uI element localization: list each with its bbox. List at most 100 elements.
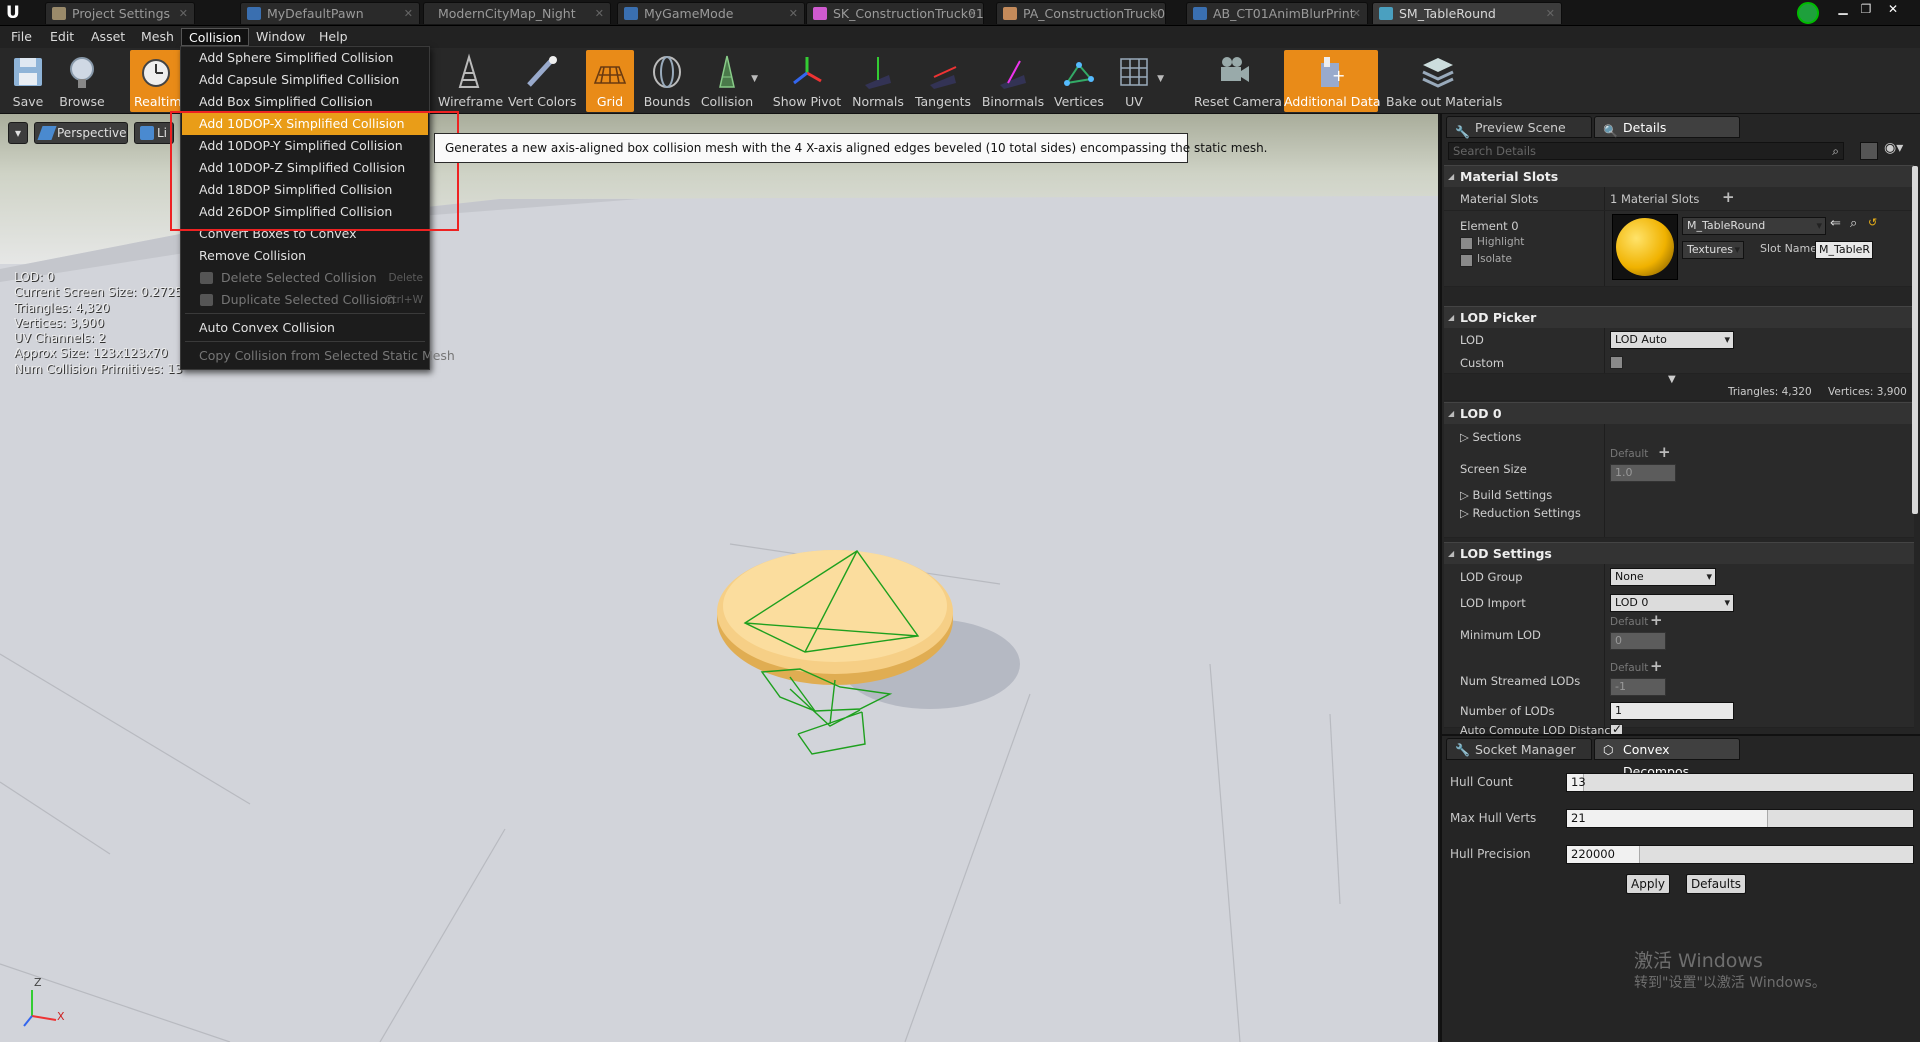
reset-camera-button[interactable]: Reset Camera (1194, 50, 1282, 112)
lit-button[interactable]: Li (134, 122, 174, 144)
max-hull-verts-slider[interactable]: 21 (1566, 809, 1914, 828)
close-tab-icon[interactable]: ✕ (404, 3, 413, 24)
bake-out-materials-button[interactable]: Bake out Materials (1386, 50, 1502, 112)
restore-icon[interactable]: ❐ (1857, 2, 1875, 18)
build-settings-expander[interactable]: ▷ Build Settings (1460, 488, 1552, 502)
menu-item-copy-collision[interactable]: Copy Collision from Selected Static Mesh (182, 345, 455, 367)
textures-combo[interactable]: Textures (1682, 241, 1744, 259)
browse-material-icon[interactable]: ⌕ (1850, 216, 1857, 231)
isolate-checkbox[interactable] (1460, 254, 1473, 267)
menu-window[interactable]: Window (249, 28, 312, 46)
menu-item-auto-convex[interactable]: Auto Convex Collision (182, 317, 428, 339)
menu-item-add-10dop-y[interactable]: Add 10DOP-Y Simplified Collision (182, 135, 428, 157)
expand-arrow-icon[interactable]: ▼ (1668, 374, 1676, 385)
chevron-down-icon[interactable]: ▼ (751, 74, 758, 84)
close-tab-icon[interactable]: ✕ (1352, 3, 1361, 24)
eye-icon[interactable]: ◉▾ (1884, 140, 1903, 156)
use-selected-icon[interactable]: ⇐ (1830, 216, 1841, 231)
menu-item-add-box[interactable]: Add Box Simplified Collision (182, 91, 428, 113)
tab-details[interactable]: 🔍 Details (1594, 116, 1740, 138)
perspective-button[interactable]: Perspective (34, 122, 128, 144)
highlight-checkbox[interactable] (1460, 237, 1473, 250)
close-window-icon[interactable]: ✕ (1882, 0, 1904, 18)
defaults-button[interactable]: Defaults (1686, 874, 1746, 894)
reduction-settings-expander[interactable]: ▷ Reduction Settings (1460, 506, 1581, 520)
menu-file[interactable]: File (4, 28, 39, 46)
list-view-icon[interactable] (1860, 142, 1878, 160)
lod-group-combo[interactable]: None (1610, 568, 1716, 586)
tab-socket-manager[interactable]: 🔧 Socket Manager (1446, 738, 1592, 760)
add-override-icon[interactable]: + (1650, 611, 1663, 629)
details-scrollbar[interactable] (1912, 166, 1918, 514)
menu-item-add-18dop[interactable]: Add 18DOP Simplified Collision (182, 179, 428, 201)
tab-project-settings[interactable]: Project Settings ✕ (45, 2, 195, 24)
menu-item-delete-selected[interactable]: Delete Selected Collision Delete (182, 267, 428, 289)
search-details-input[interactable]: Search Details ⌕ (1448, 142, 1844, 160)
close-tab-icon[interactable]: ✕ (1150, 3, 1159, 24)
custom-checkbox[interactable] (1610, 356, 1623, 369)
grid-button[interactable]: Grid (586, 50, 634, 112)
tab-sm-tableround[interactable]: SM_TableRound ✕ (1372, 2, 1562, 24)
lod-import-combo[interactable]: LOD 0 (1610, 594, 1734, 612)
menu-item-remove-collision[interactable]: Remove Collision (182, 245, 428, 267)
reset-material-icon[interactable]: ↺ (1868, 216, 1877, 229)
add-material-slot-icon[interactable]: + (1722, 188, 1735, 206)
menu-item-add-10dop-x[interactable]: Add 10DOP-X Simplified Collision (182, 113, 428, 135)
material-thumbnail[interactable] (1612, 214, 1678, 280)
save-button[interactable]: Save (6, 50, 50, 112)
tab-moderncitymap-night[interactable]: ModernCityMap_Night ✕ (423, 2, 611, 24)
tab-preview-scene-settings[interactable]: 🔧Preview Scene Sett (1446, 116, 1592, 157)
chevron-down-icon[interactable]: ▼ (1157, 74, 1164, 84)
browse-button[interactable]: Browse (58, 50, 106, 112)
viewport-options-button[interactable]: ▾ (8, 122, 28, 144)
close-tab-icon[interactable]: ✕ (968, 3, 977, 24)
vert-colors-button[interactable]: Vert Colors (508, 50, 576, 112)
menu-item-add-26dop[interactable]: Add 26DOP Simplified Collision (182, 201, 428, 223)
tab-pa-constructiontruck[interactable]: PA_ConstructionTruck01f ✕ (996, 2, 1166, 24)
minimize-icon[interactable]: ▁ (1834, 2, 1852, 18)
menu-item-add-sphere[interactable]: Add Sphere Simplified Collision (182, 47, 428, 69)
section-lod-settings[interactable]: LOD Settings (1444, 542, 1914, 565)
show-pivot-button[interactable]: Show Pivot (772, 50, 842, 112)
close-tab-icon[interactable]: ✕ (789, 3, 798, 24)
menu-mesh[interactable]: Mesh (134, 28, 181, 46)
realtime-button[interactable]: Realtime (130, 50, 189, 112)
vertices-button[interactable]: Vertices (1054, 50, 1104, 112)
section-lod-picker[interactable]: LOD Picker (1444, 306, 1914, 329)
tab-mygamemode[interactable]: MyGameMode ✕ (617, 2, 805, 24)
menu-item-add-10dop-z[interactable]: Add 10DOP-Z Simplified Collision (182, 157, 428, 179)
user-status-icon[interactable] (1797, 2, 1819, 24)
unreal-logo-icon[interactable]: U (6, 3, 26, 23)
screen-size-input[interactable]: 1.0 (1610, 464, 1676, 482)
material-combo[interactable]: M_TableRound (1682, 217, 1826, 235)
close-tab-icon[interactable]: ✕ (179, 3, 188, 24)
close-tab-icon[interactable]: ✕ (595, 3, 604, 24)
number-of-lods-input[interactable]: 1 (1610, 702, 1734, 720)
wireframe-button[interactable]: Wireframe (438, 50, 503, 112)
menu-help[interactable]: Help (312, 28, 355, 46)
menu-item-convert-boxes[interactable]: Convert Boxes to Convex (182, 223, 428, 245)
hull-count-slider[interactable]: 13 (1566, 773, 1914, 792)
additional-data-button[interactable]: + Additional Data (1284, 50, 1381, 112)
tab-ab-animblueprint[interactable]: AB_CT01AnimBlurPrint ✕ (1186, 2, 1368, 24)
normals-button[interactable]: Normals (850, 50, 906, 112)
hull-precision-slider[interactable]: 220000 (1566, 845, 1914, 864)
num-streamed-lods-input[interactable]: -1 (1610, 678, 1666, 696)
tangents-button[interactable]: Tangents (912, 50, 974, 112)
binormals-button[interactable]: Binormals (980, 50, 1046, 112)
slot-name-input[interactable]: M_TableR (1815, 241, 1873, 259)
tab-mydefaultpawn[interactable]: MyDefaultPawn ✕ (240, 2, 420, 24)
close-tab-icon[interactable]: ✕ (1546, 3, 1555, 24)
apply-button[interactable]: Apply (1626, 874, 1670, 894)
section-lod-0[interactable]: LOD 0 (1444, 402, 1914, 425)
menu-collision[interactable]: Collision (181, 28, 250, 46)
minimum-lod-input[interactable]: 0 (1610, 632, 1666, 650)
menu-edit[interactable]: Edit (43, 28, 81, 46)
menu-item-duplicate-selected[interactable]: Duplicate Selected Collision Ctrl+W (182, 289, 428, 311)
tab-convex-decomposition[interactable]: ⬡ Convex Decompos (1594, 738, 1740, 779)
sections-expander[interactable]: ▷ Sections (1460, 430, 1521, 444)
menu-asset[interactable]: Asset (84, 28, 132, 46)
lod-combo[interactable]: LOD Auto (1610, 331, 1734, 349)
add-override-icon[interactable]: + (1650, 657, 1663, 675)
uv-button[interactable]: UV ▼ (1112, 50, 1164, 112)
